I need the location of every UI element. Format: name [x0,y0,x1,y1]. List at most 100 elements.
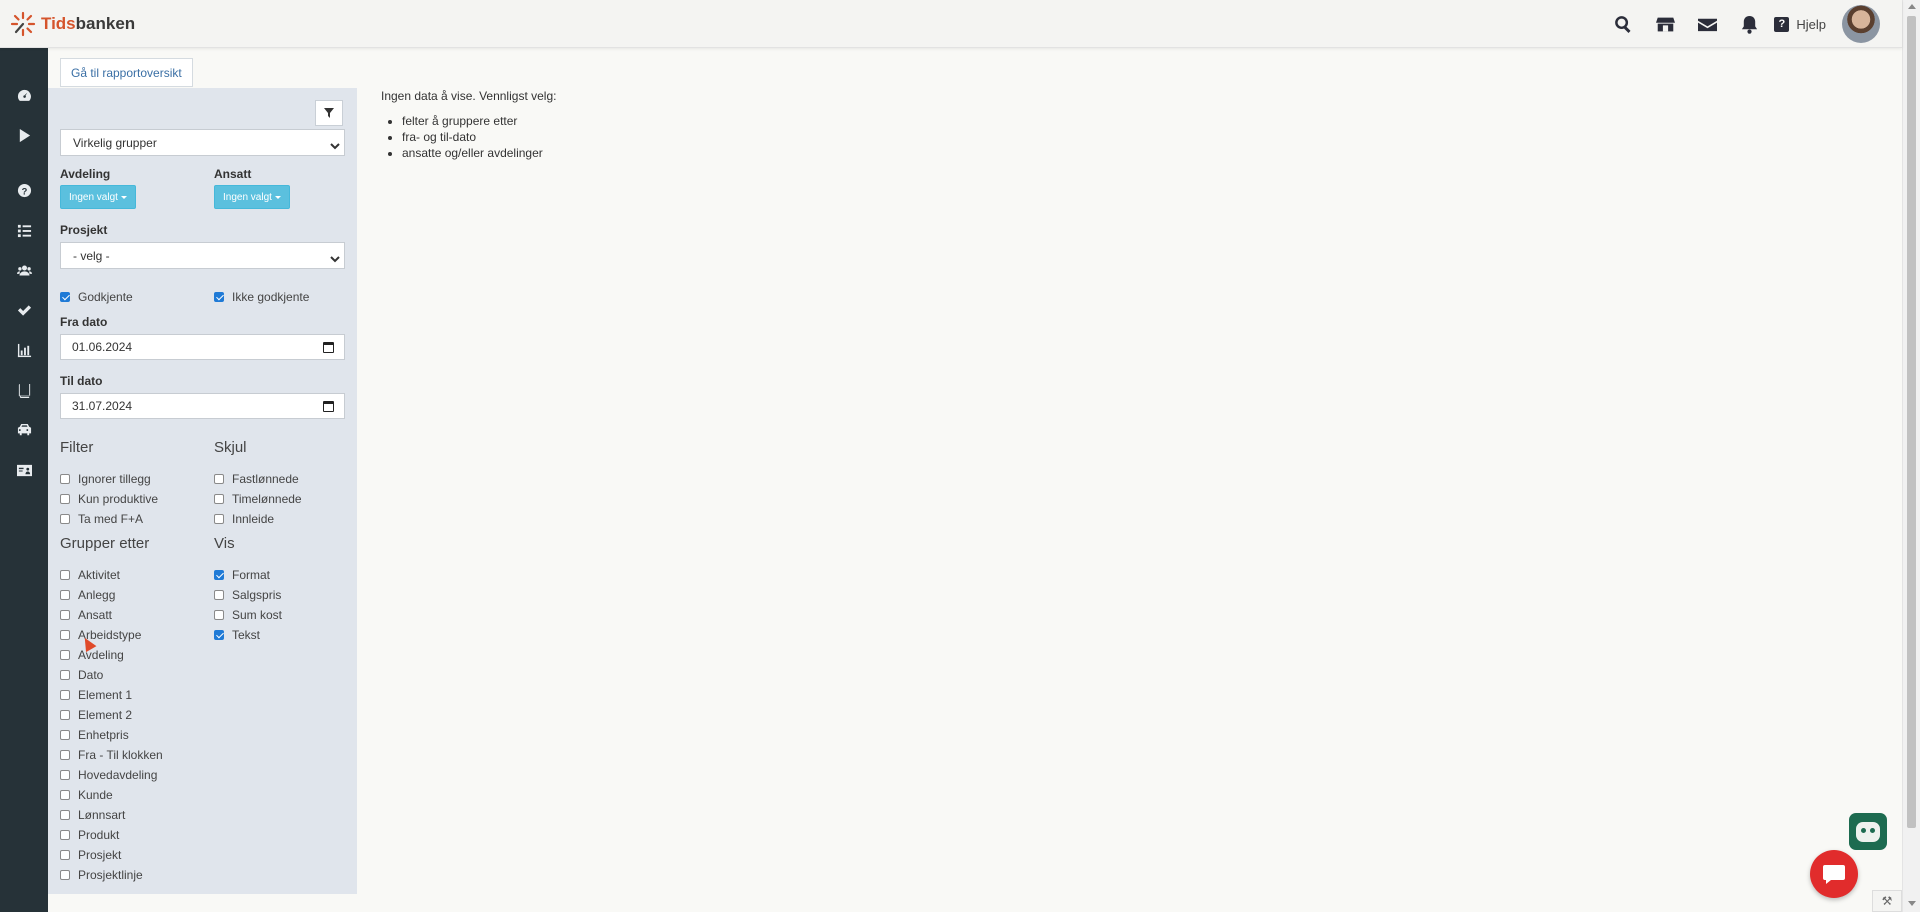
search-icon[interactable] [1602,0,1644,48]
avdeling-dropdown-button[interactable]: Ingen valgt [60,185,136,209]
empty-state-list: felter å gruppere etter fra- og til-dato… [402,113,556,161]
skjul-checkbox-innleide[interactable]: Innleide [214,511,274,527]
godkjente-checkbox[interactable]: Godkjente [60,289,133,305]
group-checkbox-kunde[interactable]: Kunde [60,787,113,803]
avatar[interactable] [1842,5,1880,43]
filter-item-label: Ignorer tillegg [78,472,151,486]
vis-checkbox-sum-kost[interactable]: Sum kost [214,607,282,623]
group-item-label: Ansatt [78,608,113,622]
ikke-godkjente-checkbox[interactable]: Ikke godkjente [214,289,309,305]
group-select[interactable]: Virkelig grupper [60,129,345,156]
vis-title: Vis [214,535,235,552]
fra-dato-input[interactable]: 01.06.2024 [60,334,345,360]
skjul-checkbox-timelonnede[interactable]: Timelønnede [214,491,302,507]
vis-checkbox-tekst[interactable]: Tekst [214,627,260,643]
checkbox [60,610,70,620]
group-checkbox-anlegg[interactable]: Anlegg [60,587,115,603]
group-checkbox-dato[interactable]: Dato [60,667,103,683]
til-dato-value: 31.07.2024 [72,399,133,413]
calendar-icon[interactable] [323,342,334,353]
book-icon[interactable] [0,375,48,405]
grupper-etter-title: Grupper etter [60,535,150,552]
group-checkbox-produkt[interactable]: Produkt [60,827,119,843]
question-icon[interactable]: ? [0,175,48,205]
vis-checkbox-format[interactable]: Format [214,567,270,583]
group-checkbox-aktivitet[interactable]: Aktivitet [60,567,120,583]
id-card-icon[interactable] [0,455,48,485]
empty-state-message: Ingen data å vise. Vennligst velg: felte… [381,89,556,161]
store-icon[interactable] [1644,0,1686,48]
question-icon: ? [1774,16,1790,32]
car-icon[interactable] [0,415,48,445]
group-select-value: Virkelig grupper [73,135,157,150]
help-label: Hjelp [1796,16,1826,32]
mail-icon[interactable] [1686,0,1728,48]
scroll-down-arrow-icon[interactable] [1908,901,1916,906]
skjul-checkbox-fastlonnede[interactable]: Fastlønnede [214,471,299,487]
wrench-icon[interactable]: ⚒ [1872,890,1902,912]
users-icon[interactable] [0,255,48,285]
logo[interactable]: Tidsbanken [10,10,135,38]
vertical-scrollbar[interactable] [1902,0,1920,912]
filter-checkbox-ignorer-tillegg[interactable]: Ignorer tillegg [60,471,151,487]
report-overview-button[interactable]: Gå til rapportoversikt [60,58,193,87]
caret-down-icon [120,195,127,199]
vis-item-label: Sum kost [232,608,283,622]
calendar-icon[interactable] [323,401,334,412]
list-item: ansatte og/eller avdelinger [402,145,556,161]
play-icon[interactable] [0,120,48,150]
group-item-label: Enhetpris [78,728,129,742]
filter-panel: Virkelig grupper Avdeling Ansatt Ingen v… [48,88,357,894]
group-checkbox-element-1[interactable]: Element 1 [60,687,132,703]
dashboard-icon[interactable] [0,80,48,110]
vis-checkbox-salgspris[interactable]: Salgspris [214,587,281,603]
group-checkbox-arbeidstype[interactable]: Arbeidstype [60,627,141,643]
checkbox-checked [214,292,224,302]
prosjekt-label: Prosjekt [60,223,108,237]
chat-button[interactable] [1810,850,1858,898]
filter-checkbox-kun-produktive[interactable]: Kun produktive [60,491,158,507]
checkbox [60,750,70,760]
group-checkbox-lonnsart[interactable]: Lønnsart [60,807,125,823]
chevron-down-icon [330,252,340,263]
check-icon[interactable] [0,295,48,325]
group-item-label: Aktivitet [78,568,121,582]
filter-item-label: Ta med F+A [78,512,144,526]
left-nav: ? [0,48,48,912]
ansatt-dropdown-button[interactable]: Ingen valgt [214,185,290,209]
checkbox-checked [214,570,224,580]
group-checkbox-element-2[interactable]: Element 2 [60,707,132,723]
group-item-label: Dato [78,668,104,682]
group-checkbox-ansatt[interactable]: Ansatt [60,607,112,623]
bell-icon[interactable] [1728,0,1770,48]
group-checkbox-enhetpris[interactable]: Enhetpris [60,727,129,743]
filter-button[interactable] [315,100,343,126]
group-checkbox-fra-til-klokken[interactable]: Fra - Til klokken [60,747,163,763]
vis-item-label: Format [232,568,271,582]
chatbot-icon[interactable] [1849,813,1887,850]
group-item-label: Prosjektlinje [78,868,143,882]
chart-icon[interactable] [0,335,48,365]
til-dato-input[interactable]: 31.07.2024 [60,393,345,419]
skjul-item-label: Timelønnede [232,492,302,506]
scroll-thumb[interactable] [1907,16,1916,828]
help-button[interactable]: ? Hjelp [1770,0,1834,48]
group-checkbox-avdeling[interactable]: Avdeling [60,647,124,663]
group-item-label: Kunde [78,788,113,802]
checkbox [60,670,70,680]
checkbox [60,494,70,504]
prosjekt-select[interactable]: - velg - [60,242,345,269]
group-checkbox-prosjektlinje[interactable]: Prosjektlinje [60,867,143,883]
checkbox [60,570,70,580]
group-checkbox-prosjekt[interactable]: Prosjekt [60,847,121,863]
group-checkbox-hovedavdeling[interactable]: Hovedavdeling [60,767,157,783]
scroll-up-arrow-icon[interactable] [1908,4,1916,9]
filter-checkbox-ta-med-fa[interactable]: Ta med F+A [60,511,143,527]
group-item-label: Lønnsart [78,808,126,822]
list-icon[interactable] [0,215,48,245]
checkbox [60,790,70,800]
robot-face-icon [1856,821,1880,842]
checkbox [214,514,224,524]
checkbox-checked [214,630,224,640]
checkbox [214,474,224,484]
